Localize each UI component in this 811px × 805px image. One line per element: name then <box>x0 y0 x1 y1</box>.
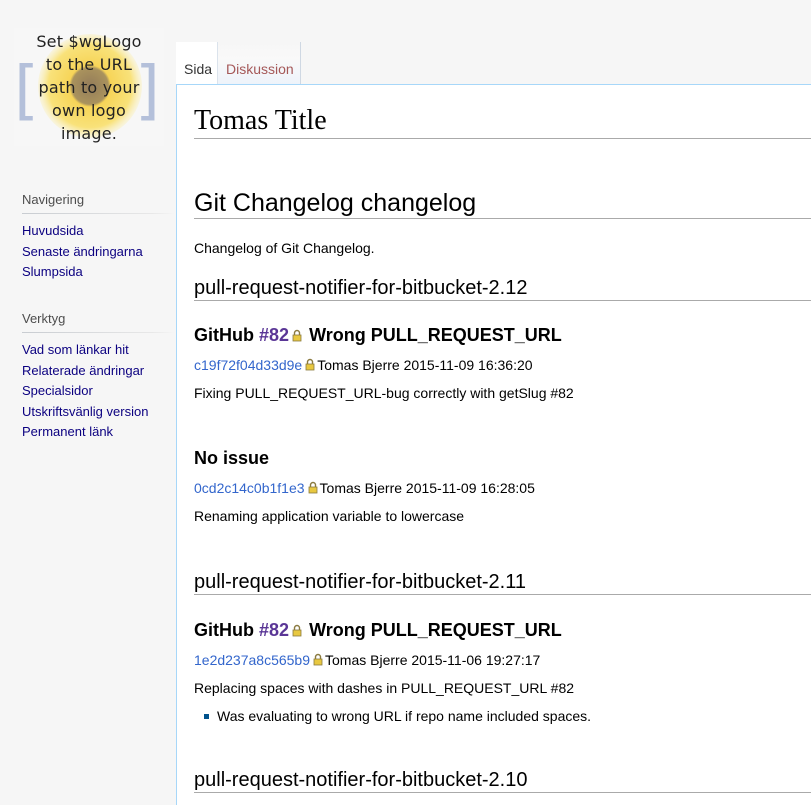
commit-message: Renaming application variable to lowerca… <box>194 508 465 524</box>
intro-text: Changelog of Git Changelog. <box>194 240 375 256</box>
sidebar-link[interactable]: Relaterade ändringar <box>22 363 144 378</box>
entry-title: Wrong PULL_REQUEST_URL <box>309 325 562 345</box>
list-item: Was evaluating to wrong URL if repo name… <box>204 708 591 724</box>
page-title: Tomas Title <box>194 105 811 139</box>
commit-hash-link[interactable]: 1e2d237a8c565b9 <box>194 652 310 668</box>
sidebar-navigation: Navigering Huvudsida Senaste ändringarna… <box>22 192 174 283</box>
content-area: Tomas Title Git Changelog changelog Chan… <box>176 84 811 805</box>
tab-page[interactable]: Sida <box>176 42 218 84</box>
sidebar-link[interactable]: Senaste ändringarna <box>22 244 143 259</box>
sidebar-tools: Verktyg Vad som länkar hit Relaterade än… <box>22 311 174 443</box>
sidebar-heading-tools: Verktyg <box>22 311 174 333</box>
commit-line: c19f72f04d33d9e Tomas Bjerre 2015-11-09 1… <box>194 357 533 373</box>
lock-icon <box>313 653 323 666</box>
logo-line: to the URL <box>45 55 133 74</box>
commit-meta: Tomas Bjerre 2015-11-06 19:27:17 <box>325 652 541 668</box>
lock-icon <box>292 624 302 637</box>
issue-prefix: GitHub <box>194 620 254 640</box>
main-heading: Git Changelog changelog <box>194 189 811 219</box>
issue-link[interactable]: #82 <box>259 620 289 640</box>
sidebar-item-random-page[interactable]: Slumpsida <box>22 262 174 283</box>
bullet-icon <box>204 714 209 719</box>
version-heading: pull-request-notifier-for-bitbucket-2.12 <box>194 277 811 301</box>
sidebar-item-main-page[interactable]: Huvudsida <box>22 221 174 242</box>
commit-line: 1e2d237a8c565b9 Tomas Bjerre 2015-11-06 1… <box>194 652 540 668</box>
lock-icon <box>308 481 318 494</box>
logo-text: Set $wgLogo to the URL path to your own … <box>14 30 164 145</box>
tab-discussion[interactable]: Diskussion <box>218 42 301 84</box>
version-heading: pull-request-notifier-for-bitbucket-2.10 <box>194 769 811 793</box>
logo-line: Set $wgLogo <box>36 32 142 51</box>
site-logo[interactable]: [ ] Set $wgLogo to the URL path to your … <box>14 28 164 146</box>
commit-message: Fixing PULL_REQUEST_URL-bug correctly wi… <box>194 385 574 401</box>
sidebar-item-special-pages[interactable]: Specialsidor <box>22 381 174 402</box>
sidebar-link[interactable]: Vad som länkar hit <box>22 342 129 357</box>
sidebar-item-printable-version[interactable]: Utskriftsvänlig version <box>22 402 174 423</box>
logo-line: image. <box>60 124 118 143</box>
lock-icon <box>292 329 302 342</box>
logo-line: path to your <box>38 78 140 97</box>
commit-line: 0cd2c14c0b1f1e3 Tomas Bjerre 2015-11-09 1… <box>194 480 535 496</box>
entry-heading: GitHub #82 Wrong PULL_REQUEST_URL <box>194 620 562 641</box>
sidebar-heading-navigation: Navigering <box>22 192 174 214</box>
commit-hash-link[interactable]: 0cd2c14c0b1f1e3 <box>194 480 305 496</box>
entry-title: Wrong PULL_REQUEST_URL <box>309 620 562 640</box>
sidebar-link[interactable]: Huvudsida <box>22 223 83 238</box>
commit-meta: Tomas Bjerre 2015-11-09 16:28:05 <box>319 480 535 496</box>
issue-link[interactable]: #82 <box>259 325 289 345</box>
sidebar-item-permanent-link[interactable]: Permanent länk <box>22 422 174 443</box>
lock-icon <box>305 358 315 371</box>
issue-prefix: GitHub <box>194 325 254 345</box>
version-heading: pull-request-notifier-for-bitbucket-2.11 <box>194 571 811 595</box>
sidebar-link[interactable]: Permanent länk <box>22 424 113 439</box>
logo-line: own logo <box>52 101 126 120</box>
commit-hash-link[interactable]: c19f72f04d33d9e <box>194 357 302 373</box>
sidebar-item-related-changes[interactable]: Relaterade ändringar <box>22 361 174 382</box>
sidebar-item-what-links-here[interactable]: Vad som länkar hit <box>22 340 174 361</box>
commit-message: Replacing spaces with dashes in PULL_REQ… <box>194 680 575 696</box>
sidebar-link[interactable]: Slumpsida <box>22 264 83 279</box>
sidebar-link[interactable]: Utskriftsvänlig version <box>22 404 148 419</box>
entry-heading: No issue <box>194 448 270 468</box>
list-item-text: Was evaluating to wrong URL if repo name… <box>217 708 592 724</box>
sidebar-item-recent-changes[interactable]: Senaste ändringarna <box>22 242 174 263</box>
commit-meta: Tomas Bjerre 2015-11-09 16:36:20 <box>317 357 533 373</box>
sidebar-link[interactable]: Specialsidor <box>22 383 93 398</box>
entry-heading: GitHub #82 Wrong PULL_REQUEST_URL <box>194 325 562 346</box>
